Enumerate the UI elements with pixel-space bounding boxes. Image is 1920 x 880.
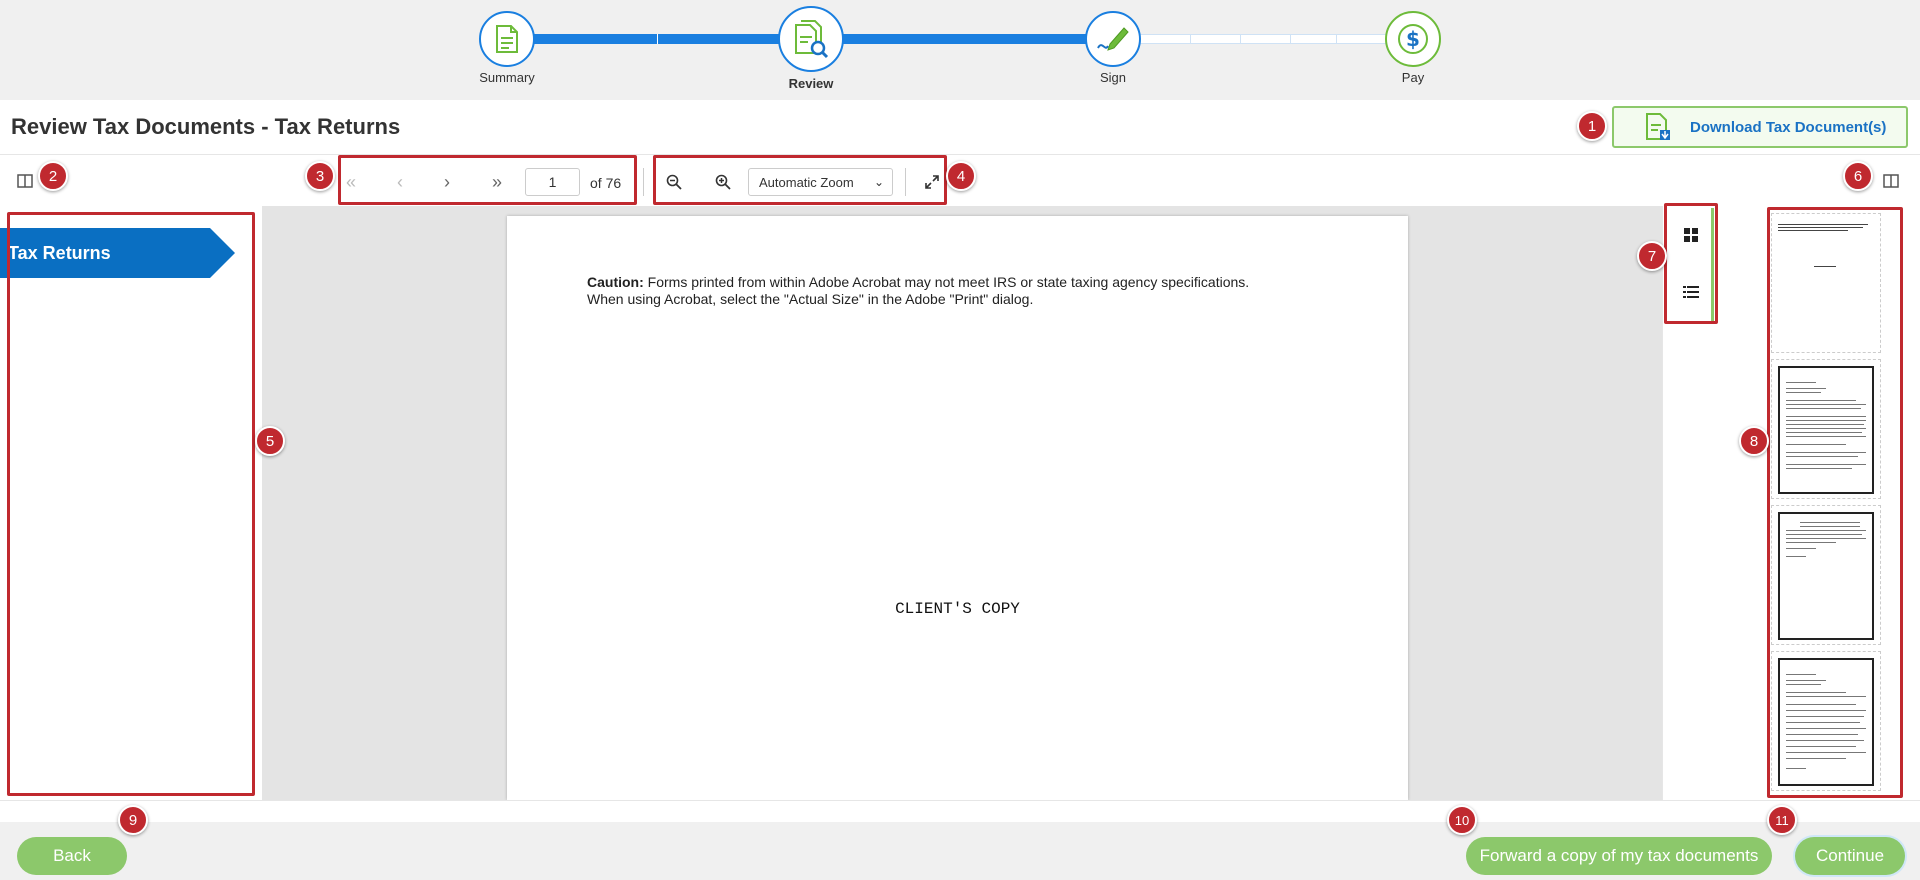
annotation-badge-2: 2 bbox=[38, 161, 68, 191]
annotation-badge-6: 6 bbox=[1843, 161, 1873, 191]
step-summary[interactable] bbox=[479, 11, 535, 67]
annotation-badge-5: 5 bbox=[255, 426, 285, 456]
progress-bar-tick bbox=[1240, 34, 1241, 44]
sidebar-toggle-icon bbox=[17, 174, 33, 188]
download-button-label: Download Tax Document(s) bbox=[1690, 118, 1887, 136]
annotation-badge-4: 4 bbox=[946, 161, 976, 191]
step-review[interactable] bbox=[778, 6, 844, 72]
annotation-badge-1: 1 bbox=[1577, 111, 1607, 141]
step-label-pay: Pay bbox=[1401, 70, 1425, 85]
progress-bar-tick bbox=[1190, 34, 1191, 44]
caution-label: Caution: bbox=[587, 274, 644, 290]
caution-line-2: When using Acrobat, select the "Actual S… bbox=[587, 291, 1034, 307]
dollar-icon: $ bbox=[1398, 24, 1428, 54]
caution-notice: Caution: Forms printed from within Adobe… bbox=[587, 274, 1249, 308]
continue-button[interactable]: Continue bbox=[1795, 837, 1905, 875]
toolbar-separator bbox=[643, 168, 644, 196]
document-search-icon bbox=[795, 20, 829, 59]
sidebar-toggle-icon bbox=[1883, 174, 1899, 188]
progress-stepper: Summary Review Sign $ Pay bbox=[0, 0, 1920, 100]
annotation-badge-3: 3 bbox=[305, 161, 335, 191]
step-sign[interactable] bbox=[1085, 11, 1141, 67]
document-download-icon bbox=[1646, 113, 1670, 140]
forward-tax-documents-button[interactable]: Forward a copy of my tax documents bbox=[1466, 837, 1772, 875]
annotation-box-8 bbox=[1767, 207, 1903, 798]
annotation-badge-7: 7 bbox=[1637, 241, 1667, 271]
back-button[interactable]: Back bbox=[17, 837, 127, 875]
pen-icon bbox=[1097, 27, 1129, 51]
step-label-sign: Sign bbox=[1099, 70, 1127, 85]
annotation-box-3 bbox=[338, 155, 637, 205]
progress-bar-tick bbox=[1336, 34, 1337, 44]
toggle-thumbnails-button[interactable] bbox=[1880, 170, 1902, 192]
annotation-badge-11: 11 bbox=[1767, 805, 1797, 835]
step-label-review: Review bbox=[788, 76, 834, 91]
document-icon bbox=[496, 25, 518, 53]
annotation-box-7 bbox=[1664, 203, 1718, 324]
annotation-badge-10: 10 bbox=[1447, 805, 1477, 835]
client-copy-text: CLIENT'S COPY bbox=[895, 600, 1020, 618]
progress-bar-tick bbox=[1290, 34, 1291, 44]
annotation-badge-8: 8 bbox=[1739, 426, 1769, 456]
step-label-summary: Summary bbox=[479, 70, 535, 85]
annotation-box-4 bbox=[653, 155, 947, 205]
caution-line-1: Forms printed from within Adobe Acrobat … bbox=[647, 274, 1250, 290]
footer-divider bbox=[0, 800, 1920, 822]
download-tax-documents-button[interactable]: Download Tax Document(s) bbox=[1612, 106, 1908, 148]
pdf-page: Caution: Forms printed from within Adobe… bbox=[507, 216, 1408, 800]
svg-text:$: $ bbox=[1406, 27, 1420, 51]
page-title: Review Tax Documents - Tax Returns bbox=[11, 114, 401, 139]
progress-bar-tick bbox=[657, 34, 658, 44]
step-pay[interactable]: $ bbox=[1385, 11, 1441, 67]
toggle-sidebar-button[interactable] bbox=[14, 170, 36, 192]
annotation-box-5 bbox=[7, 212, 255, 796]
annotation-badge-9: 9 bbox=[118, 805, 148, 835]
progress-bar-remaining bbox=[1137, 34, 1387, 44]
